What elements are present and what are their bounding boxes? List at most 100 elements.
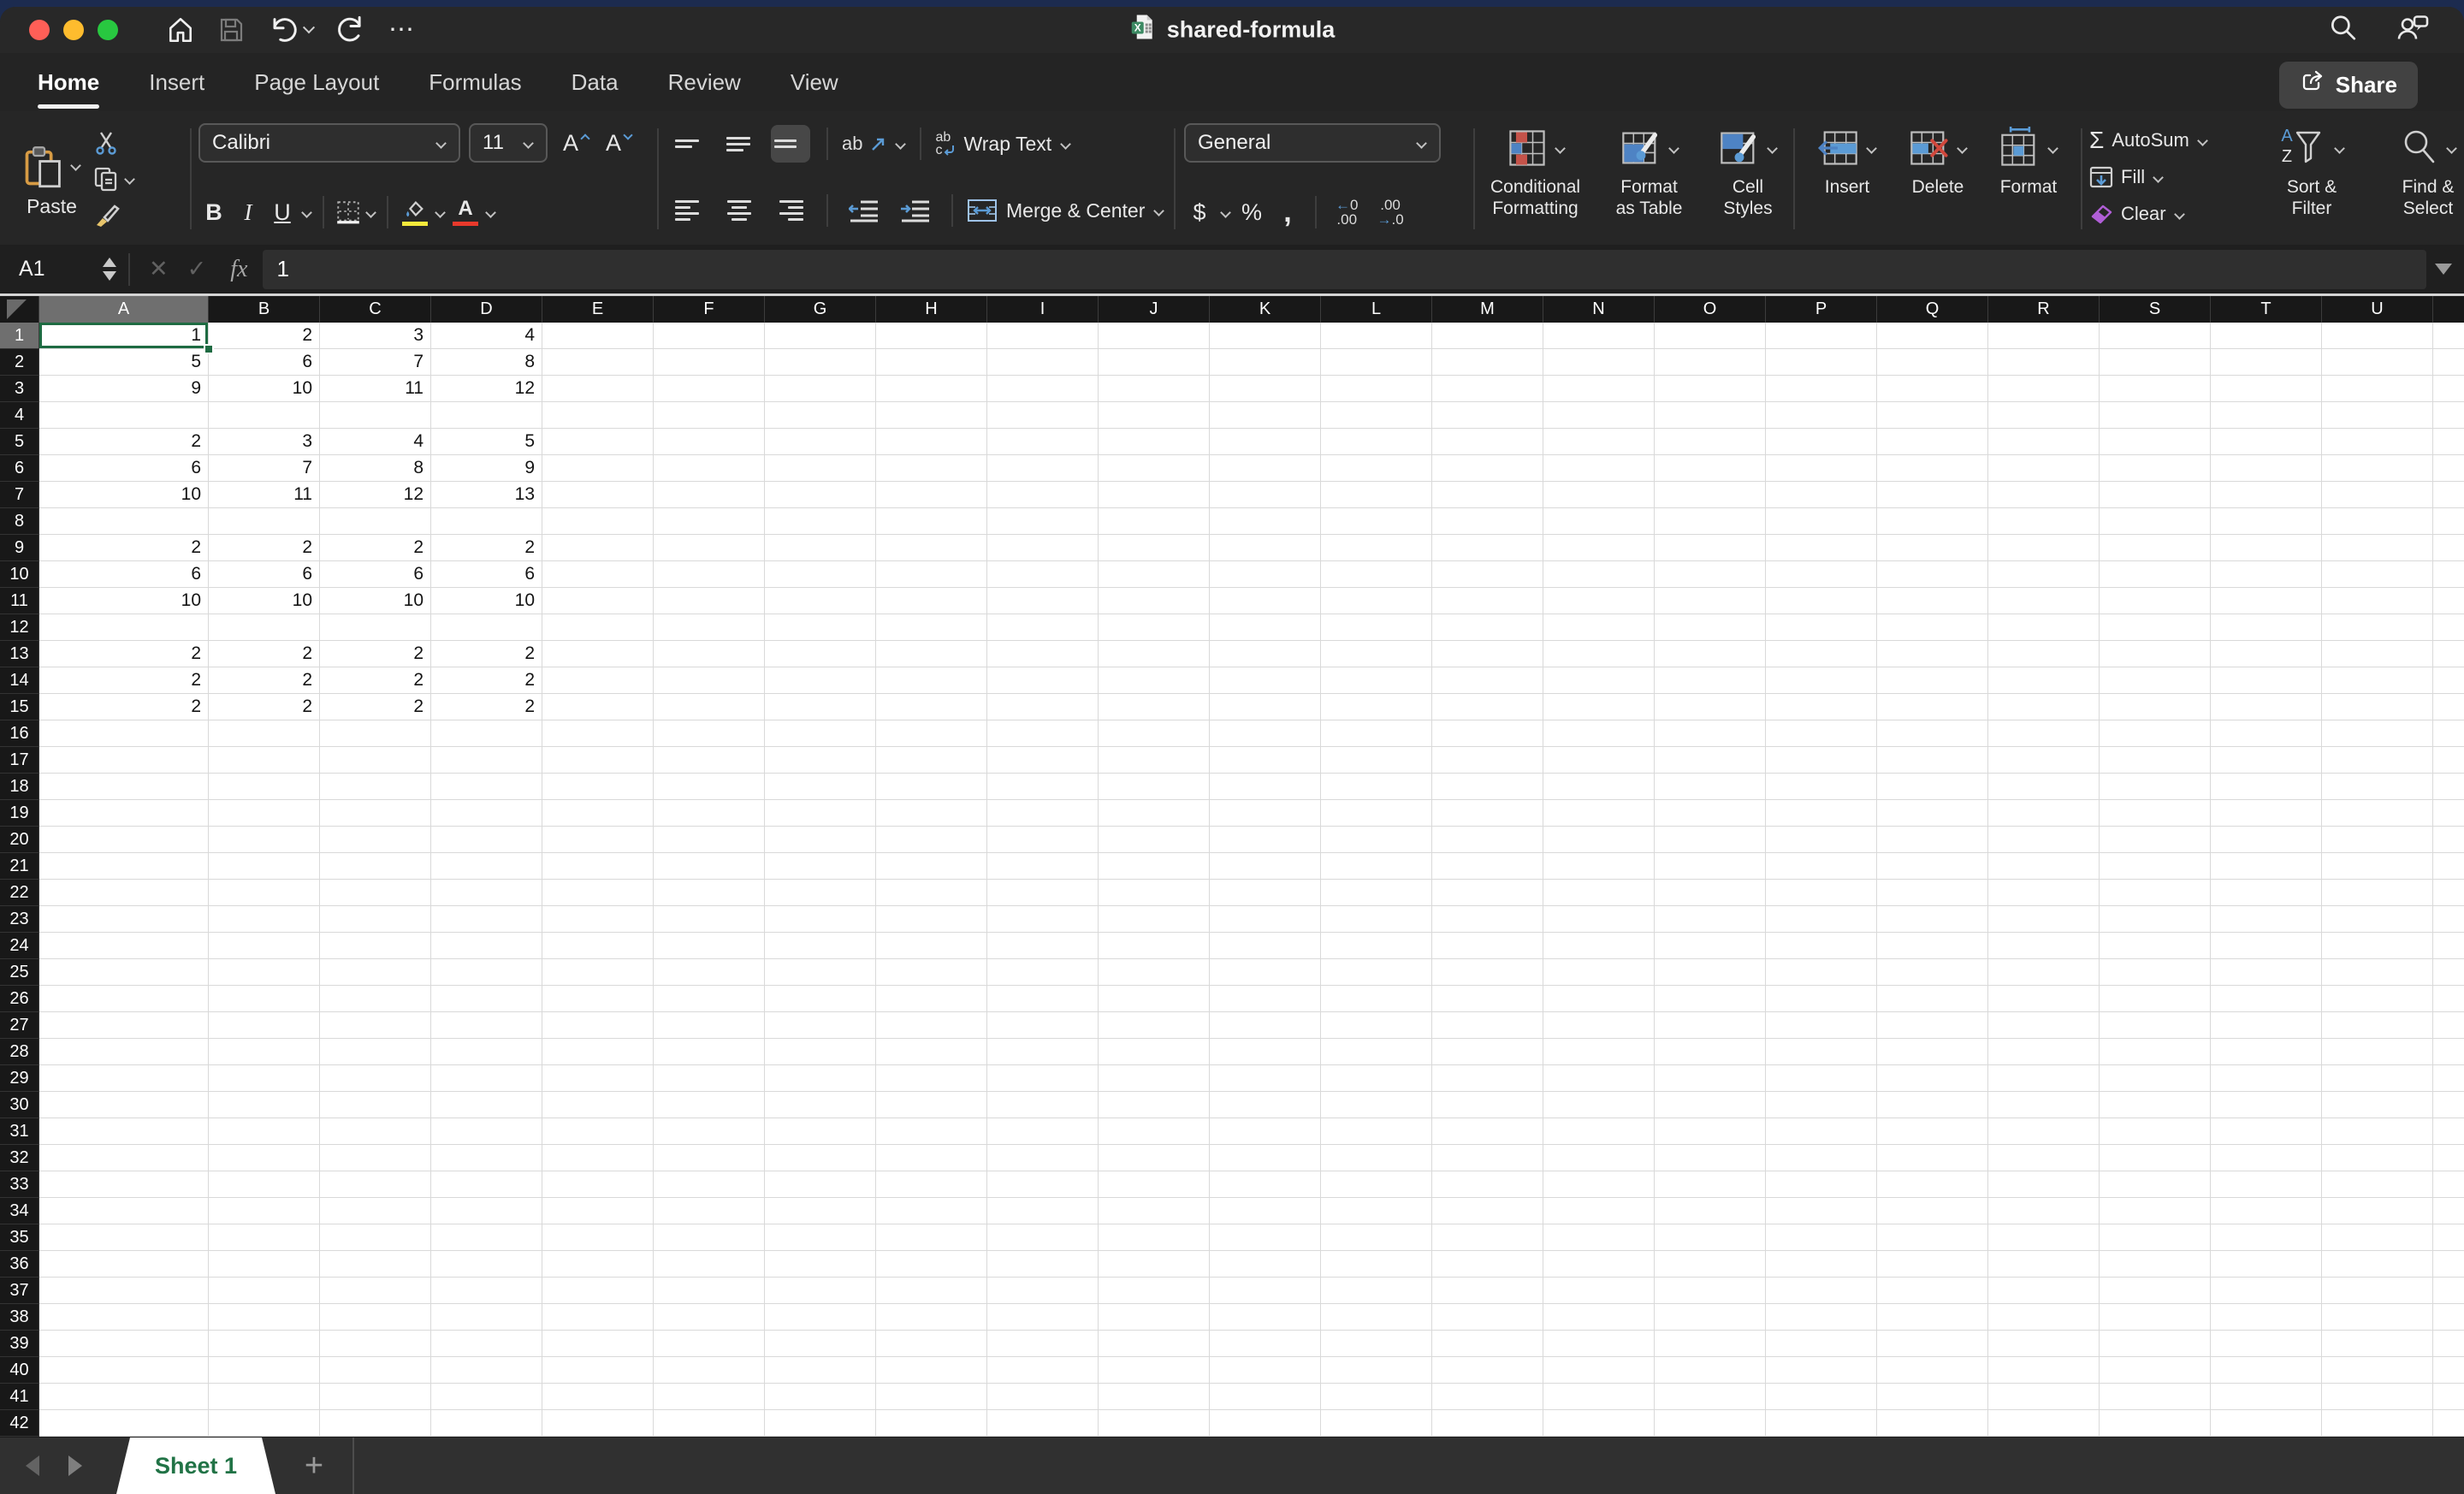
cell-H18[interactable] [876, 774, 987, 800]
row-header-20[interactable]: 20 [0, 827, 39, 853]
cell-T26[interactable] [2211, 986, 2322, 1012]
cell-K21[interactable] [1210, 853, 1321, 880]
cell-Q38[interactable] [1877, 1304, 1988, 1331]
cell-F35[interactable] [654, 1224, 765, 1251]
cell-P11[interactable] [1766, 588, 1877, 614]
cell-C12[interactable] [320, 614, 431, 641]
cell-T13[interactable] [2211, 641, 2322, 667]
cell-C28[interactable] [320, 1039, 431, 1065]
cell-I10[interactable] [987, 561, 1099, 588]
cut-button[interactable] [93, 125, 135, 161]
cell-I28[interactable] [987, 1039, 1099, 1065]
cell-P1[interactable] [1766, 323, 1877, 349]
cell-T17[interactable] [2211, 747, 2322, 774]
cell-T24[interactable] [2211, 933, 2322, 959]
row-header-31[interactable]: 31 [0, 1118, 39, 1145]
cell-styles-button[interactable]: Cell Styles [1718, 120, 1778, 238]
cell-Q33[interactable] [1877, 1171, 1988, 1198]
cell-K40[interactable] [1210, 1357, 1321, 1384]
decrease-decimal-button[interactable]: ←0 .00 [1336, 198, 1358, 227]
cell-partial-6[interactable] [2433, 455, 2464, 482]
cell-G2[interactable] [765, 349, 876, 376]
cell-H37[interactable] [876, 1278, 987, 1304]
cell-H35[interactable] [876, 1224, 987, 1251]
cell-F36[interactable] [654, 1251, 765, 1278]
cell-G3[interactable] [765, 376, 876, 402]
cell-M20[interactable] [1432, 827, 1543, 853]
cell-H19[interactable] [876, 800, 987, 827]
cell-R14[interactable] [1988, 667, 2100, 694]
cell-M25[interactable] [1432, 959, 1543, 986]
cell-F17[interactable] [654, 747, 765, 774]
cell-B16[interactable] [209, 720, 320, 747]
cell-A35[interactable] [39, 1224, 209, 1251]
cell-S9[interactable] [2100, 535, 2211, 561]
cell-O27[interactable] [1655, 1012, 1766, 1039]
cell-F16[interactable] [654, 720, 765, 747]
cell-F38[interactable] [654, 1304, 765, 1331]
row-header-2[interactable]: 2 [0, 349, 39, 376]
cell-E28[interactable] [542, 1039, 654, 1065]
cell-O21[interactable] [1655, 853, 1766, 880]
cell-L15[interactable] [1321, 694, 1432, 720]
cell-P30[interactable] [1766, 1092, 1877, 1118]
cell-F3[interactable] [654, 376, 765, 402]
cell-D30[interactable] [431, 1092, 542, 1118]
add-sheet-button[interactable]: + [275, 1438, 354, 1494]
cell-F9[interactable] [654, 535, 765, 561]
cell-K22[interactable] [1210, 880, 1321, 906]
cell-M42[interactable] [1432, 1410, 1543, 1437]
cell-F5[interactable] [654, 429, 765, 455]
spinner-up-icon[interactable] [103, 258, 116, 267]
cell-partial-28[interactable] [2433, 1039, 2464, 1065]
cell-A19[interactable] [39, 800, 209, 827]
cell-partial-15[interactable] [2433, 694, 2464, 720]
cell-C2[interactable]: 7 [320, 349, 431, 376]
cell-Q36[interactable] [1877, 1251, 1988, 1278]
sort-filter-button[interactable]: A Z Sort & Filter [2257, 120, 2366, 238]
cell-U21[interactable] [2322, 853, 2433, 880]
align-middle-button[interactable] [717, 123, 761, 164]
cell-R11[interactable] [1988, 588, 2100, 614]
cell-L41[interactable] [1321, 1384, 1432, 1410]
format-as-table-button[interactable]: Format as Table [1616, 120, 1682, 238]
cell-I42[interactable] [987, 1410, 1099, 1437]
cell-U25[interactable] [2322, 959, 2433, 986]
cell-H2[interactable] [876, 349, 987, 376]
cell-G25[interactable] [765, 959, 876, 986]
cell-A1[interactable]: 1 [39, 323, 214, 354]
cell-U41[interactable] [2322, 1384, 2433, 1410]
cell-I8[interactable] [987, 508, 1099, 535]
cell-H9[interactable] [876, 535, 987, 561]
cell-C23[interactable] [320, 906, 431, 933]
cell-T10[interactable] [2211, 561, 2322, 588]
cell-Q35[interactable] [1877, 1224, 1988, 1251]
cell-I35[interactable] [987, 1224, 1099, 1251]
cell-K4[interactable] [1210, 402, 1321, 429]
cell-P35[interactable] [1766, 1224, 1877, 1251]
cell-D22[interactable] [431, 880, 542, 906]
cell-A13[interactable]: 2 [39, 641, 209, 667]
cell-B15[interactable]: 2 [209, 694, 320, 720]
cell-M19[interactable] [1432, 800, 1543, 827]
cell-O7[interactable] [1655, 482, 1766, 508]
tab-review[interactable]: Review [668, 69, 741, 96]
cell-F19[interactable] [654, 800, 765, 827]
cell-partial-31[interactable] [2433, 1118, 2464, 1145]
cell-S15[interactable] [2100, 694, 2211, 720]
cell-U36[interactable] [2322, 1251, 2433, 1278]
cell-N30[interactable] [1543, 1092, 1655, 1118]
cell-F7[interactable] [654, 482, 765, 508]
cell-D42[interactable] [431, 1410, 542, 1437]
cell-T19[interactable] [2211, 800, 2322, 827]
row-header-13[interactable]: 13 [0, 641, 39, 667]
cell-I16[interactable] [987, 720, 1099, 747]
cell-B6[interactable]: 7 [209, 455, 320, 482]
row-header-12[interactable]: 12 [0, 614, 39, 641]
cell-I38[interactable] [987, 1304, 1099, 1331]
cell-P34[interactable] [1766, 1198, 1877, 1224]
cell-S42[interactable] [2100, 1410, 2211, 1437]
cell-S4[interactable] [2100, 402, 2211, 429]
fill-button[interactable]: Fill [2089, 160, 2250, 194]
cell-D39[interactable] [431, 1331, 542, 1357]
